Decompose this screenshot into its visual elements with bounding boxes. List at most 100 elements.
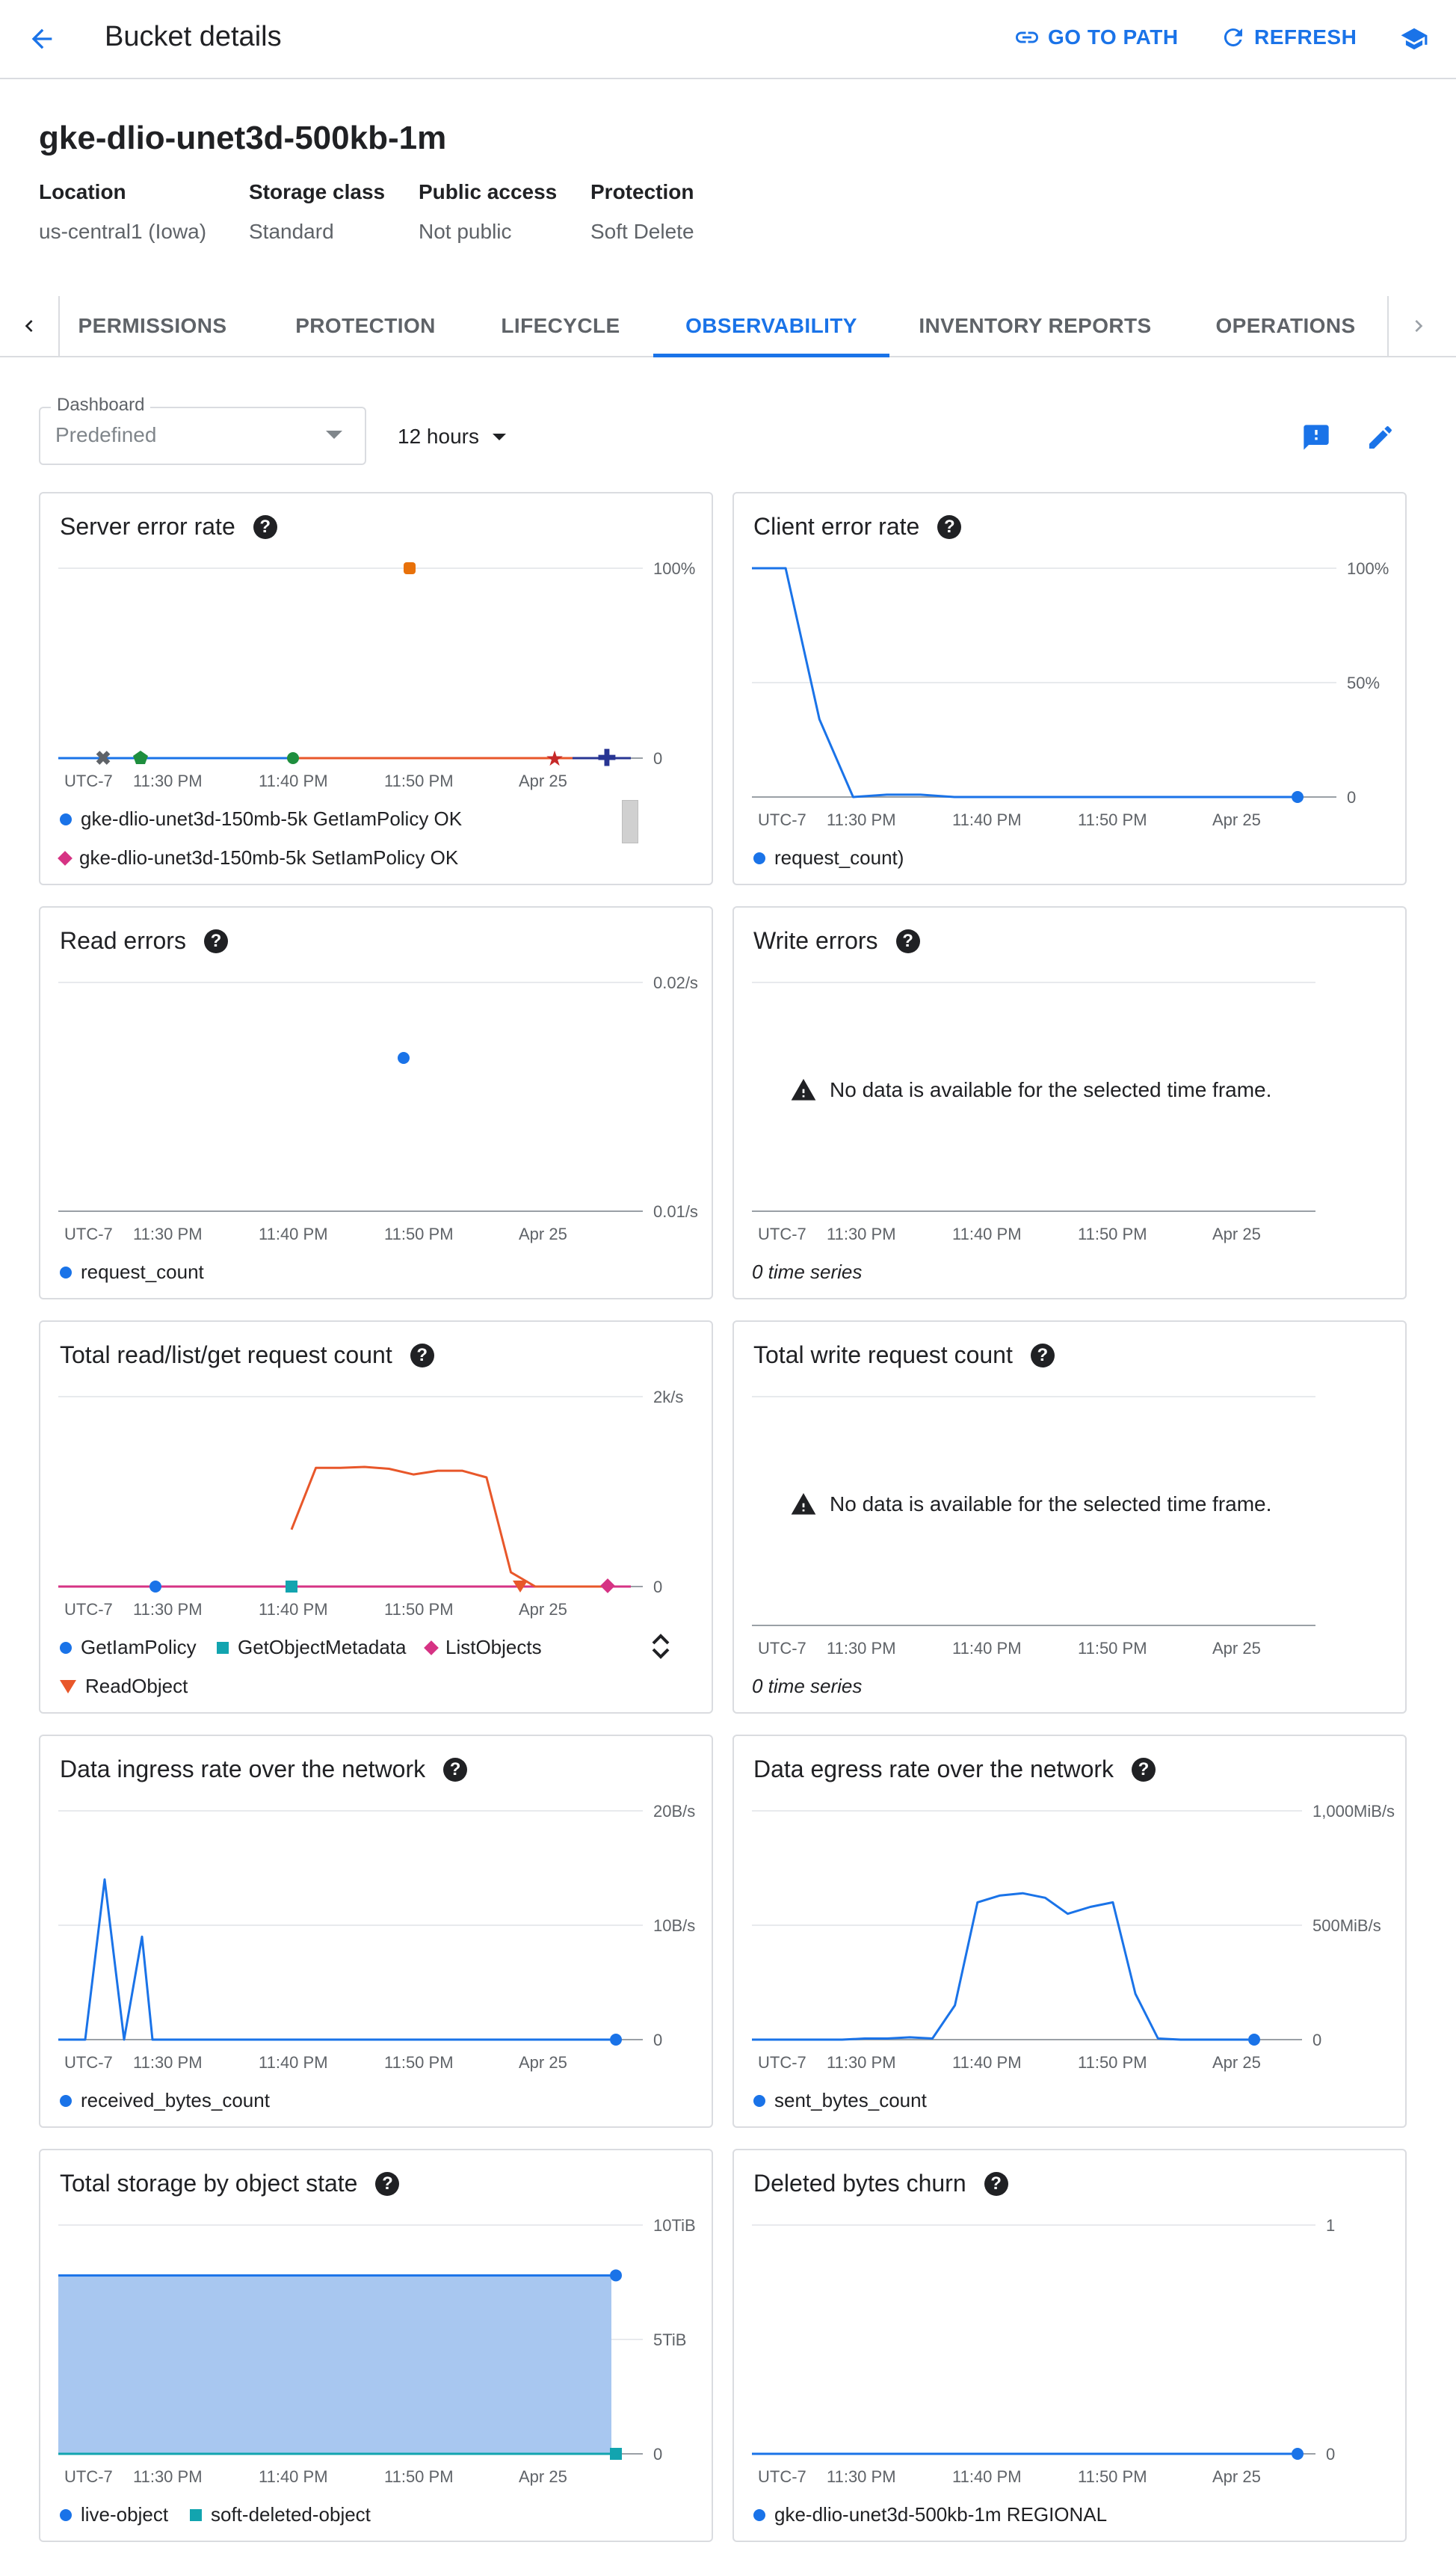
legend-item[interactable]: ListObjects — [424, 1636, 542, 1659]
back-arrow-icon[interactable] — [22, 19, 61, 58]
tab-bar: PERMISSIONS PROTECTION LIFECYCLE OBSERVA… — [0, 296, 1456, 357]
legend-expand-icon[interactable] — [646, 1630, 676, 1663]
total-storage-card: Total storage by object state? 10TiB 5TiB… — [39, 2149, 713, 2542]
series-point — [149, 1581, 161, 1593]
legend-diamond-icon — [424, 1640, 439, 1655]
tab-inventory-reports[interactable]: INVENTORY REPORTS — [910, 296, 1160, 356]
go-to-path-label: GO TO PATH — [1048, 25, 1179, 49]
total-read-request-count-card: Total read/list/get request count? 2k/s 0… — [39, 1320, 713, 1714]
legend-item[interactable]: received_bytes_count — [60, 2089, 270, 2112]
caret-down-icon — [492, 433, 506, 440]
x-tick-label: UTC-7 — [758, 2053, 806, 2072]
x-tick-label: 11:30 PM — [827, 810, 896, 829]
tab-permissions[interactable]: PERMISSIONS — [66, 296, 239, 356]
protection-label: Protection — [590, 180, 694, 203]
series-end-point — [610, 2034, 622, 2046]
x-tick-label: UTC-7 — [758, 1639, 806, 1658]
y-tick-label: 0.01/s — [653, 1202, 698, 1221]
client-error-rate-card: Client error rate? 100% 50% 0 UTC-7 11:30 PM… — [732, 492, 1407, 885]
x-tick-label: UTC-7 — [64, 1225, 113, 1243]
legend-dot-icon — [753, 2094, 765, 2107]
feedback-icon[interactable] — [1298, 419, 1335, 456]
refresh-icon — [1224, 28, 1242, 47]
x-tick-label: 11:40 PM — [952, 810, 1022, 829]
y-tick-label: 10TiB — [653, 2216, 696, 2235]
x-tick-label: 11:50 PM — [384, 772, 454, 790]
dashboard-select[interactable]: Dashboard Predefined — [39, 395, 366, 465]
zero-series-label: 0 time series — [752, 1675, 863, 1697]
go-to-path-button[interactable]: GO TO PATH — [1014, 21, 1179, 54]
x-tick-label: 11:30 PM — [827, 2467, 896, 2486]
time-range-select[interactable]: 12 hours — [398, 416, 506, 458]
tabs-scroll-right-icon[interactable] — [1387, 296, 1449, 356]
legend-item[interactable]: GetObjectMetadata — [217, 1636, 406, 1659]
legend-item[interactable]: request_count — [60, 1261, 204, 1284]
public-access-label: Public access — [419, 180, 558, 203]
legend-item[interactable]: GetIamPolicy — [60, 1636, 197, 1659]
x-tick-label: 11:40 PM — [259, 1225, 328, 1243]
legend-item[interactable]: gke-dlio-unet3d-150mb-5k SetIamPolicy OK — [58, 846, 458, 870]
legend-scrollbar[interactable] — [622, 800, 638, 843]
legend-item[interactable]: request_count) — [753, 846, 904, 870]
location-label: Location — [39, 180, 126, 203]
deleted-bytes-churn-chart: 1 0 UTC-7 11:30 PM 11:40 PM 11:50 PM Apr 25 — [752, 2216, 1335, 2486]
y-tick-label: 0.02/s — [653, 973, 698, 992]
data-egress-rate-card: Data egress rate over the network? 1,000… — [732, 1735, 1407, 2128]
refresh-button[interactable]: REFRESH — [1220, 21, 1357, 54]
x-tick-label: 11:50 PM — [384, 2467, 454, 2486]
series-end-point — [1292, 791, 1304, 803]
legend-item[interactable]: gke-dlio-unet3d-500kb-1m REGIONAL — [753, 2503, 1107, 2526]
x-tick-label: Apr 25 — [519, 2467, 567, 2486]
star-marker: ★ — [545, 747, 564, 770]
x-tick-label: 11:40 PM — [259, 1600, 328, 1619]
x-tick-label: 11:30 PM — [133, 2053, 203, 2072]
y-tick-label: 500MiB/s — [1312, 1916, 1381, 1935]
legend-item[interactable]: ReadObject — [60, 1675, 188, 1698]
legend-triangle-icon — [60, 1679, 76, 1693]
y-tick-label: 1,000MiB/s — [1312, 1802, 1395, 1821]
deleted-bytes-churn-card: Deleted bytes churn? 1 0 UTC-7 11:30 PM 11:4… — [732, 2149, 1407, 2542]
tab-lifecycle[interactable]: LIFECYCLE — [487, 296, 634, 356]
storage-class-label: Storage class — [249, 180, 386, 203]
x-tick-label: 11:30 PM — [827, 1225, 896, 1243]
x-tick-label: 11:50 PM — [1078, 1639, 1147, 1658]
x-tick-label: 11:50 PM — [1078, 2467, 1147, 2486]
refresh-label: REFRESH — [1254, 25, 1357, 49]
legend-item[interactable]: sent_bytes_count — [753, 2089, 927, 2112]
x-tick-label: 11:50 PM — [1078, 810, 1147, 829]
page-title: Bucket details — [105, 21, 282, 52]
tab-observability[interactable]: OBSERVABILITY — [653, 296, 889, 357]
x-tick-label: Apr 25 — [519, 1225, 567, 1243]
y-tick-label: 100% — [1347, 559, 1389, 578]
legend-item[interactable]: gke-dlio-unet3d-150mb-5k GetIamPolicy OK — [60, 807, 462, 831]
edit-pencil-icon[interactable] — [1362, 419, 1399, 456]
learn-icon[interactable] — [1395, 19, 1434, 58]
legend-dot-icon — [753, 2508, 765, 2521]
data-point — [398, 1051, 410, 1064]
area-fill — [58, 2275, 611, 2454]
x-tick-label: 11:50 PM — [384, 1225, 454, 1243]
legend-item[interactable]: soft-deleted-object — [190, 2503, 371, 2526]
y-tick-label: 2k/s — [653, 1388, 683, 1406]
y-tick-label: 0 — [653, 1578, 662, 1596]
total-write-request-count-chart: UTC-7 11:30 PM 11:40 PM 11:50 PM Apr 25 — [752, 1396, 1315, 1658]
x-tick-label: Apr 25 — [519, 2053, 567, 2072]
x-tick-label: 11:30 PM — [133, 2467, 203, 2486]
y-tick-label: 5TiB — [653, 2330, 686, 2349]
total-write-request-count-card: Total write request count? UTC-7 11:30 PM… — [732, 1320, 1407, 1714]
protection-value: Soft Delete — [590, 220, 694, 243]
tab-protection[interactable]: PROTECTION — [284, 296, 447, 356]
legend-dot-icon — [60, 2094, 72, 2107]
x-tick-label: Apr 25 — [1212, 2467, 1261, 2486]
y-tick-label: 0 — [1347, 788, 1356, 807]
x-marker: ✖ — [95, 747, 111, 769]
tab-operations[interactable]: OPERATIONS — [1197, 296, 1374, 356]
legend-item[interactable]: live-object — [60, 2503, 168, 2526]
x-tick-label: 11:40 PM — [259, 2467, 328, 2486]
x-tick-label: UTC-7 — [758, 1225, 806, 1243]
x-tick-label: Apr 25 — [519, 1600, 567, 1619]
tabs-scroll-left-icon[interactable] — [0, 296, 60, 356]
x-tick-label: 11:50 PM — [384, 2053, 454, 2072]
link-icon — [1016, 31, 1038, 43]
pentagon-marker — [133, 751, 148, 764]
